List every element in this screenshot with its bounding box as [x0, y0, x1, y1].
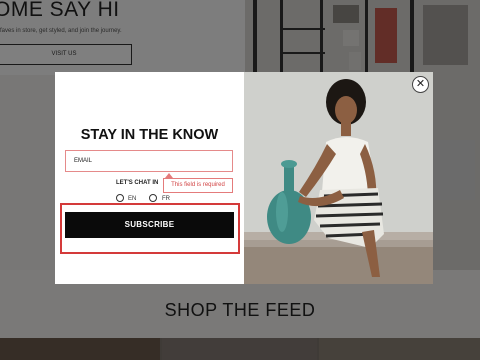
woman-with-vase-photo	[244, 72, 433, 284]
subscribe-highlight-box	[60, 203, 240, 254]
modal-image	[244, 72, 433, 284]
radio-en[interactable]	[116, 194, 124, 202]
radio-en-label: EN	[128, 196, 137, 202]
email-field[interactable]: EMAIL	[65, 150, 233, 172]
radio-fr[interactable]	[149, 194, 157, 202]
error-tooltip: This field is required	[163, 178, 233, 193]
radio-fr-label: FR	[162, 196, 170, 202]
close-icon[interactable]: ✕	[412, 76, 429, 93]
modal-title: STAY IN THE KNOW	[80, 127, 219, 143]
language-label: LET'S CHAT IN	[116, 180, 159, 186]
